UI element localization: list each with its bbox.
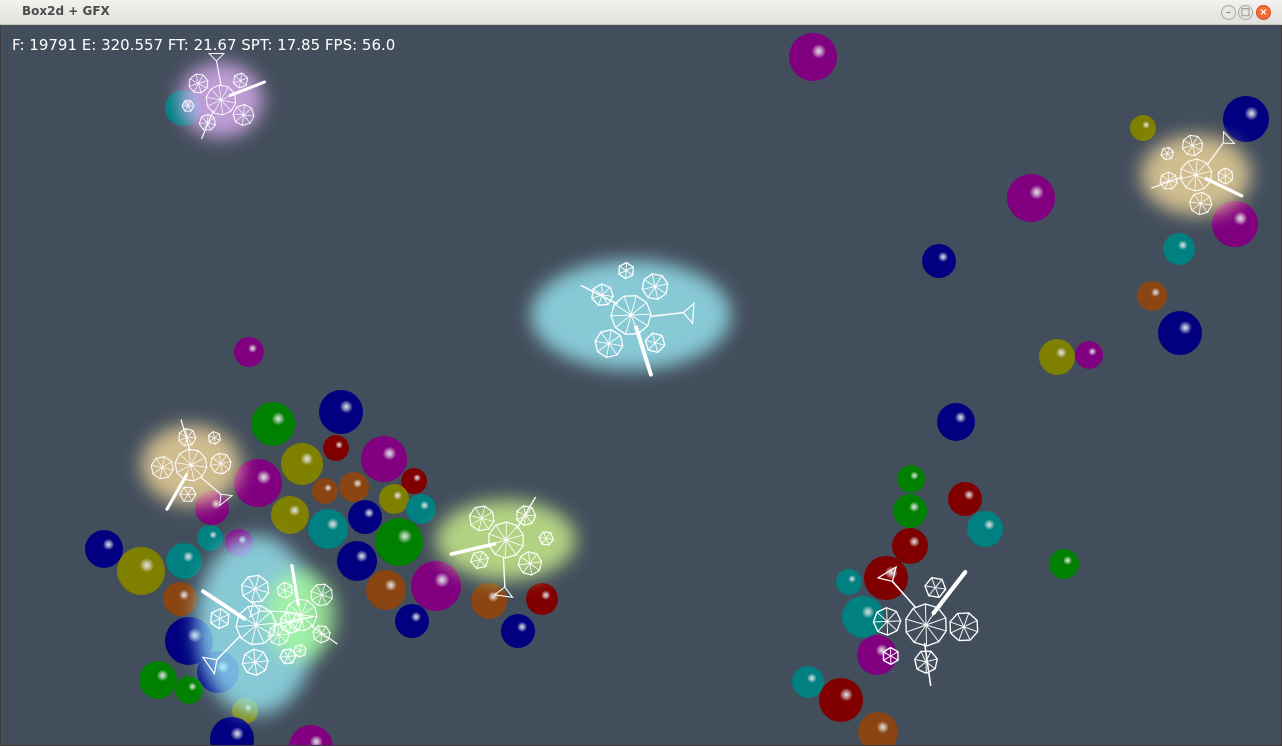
game-viewport[interactable]: F: 19791 E: 320.557 FT: 21.67 SPT: 17.85… — [1, 25, 1281, 745]
physics-ball — [819, 678, 863, 722]
physics-ball — [836, 569, 862, 595]
physics-world-canvas — [85, 33, 1269, 745]
physics-ball — [337, 541, 377, 581]
physics-ball — [323, 435, 349, 461]
physics-ball — [526, 583, 558, 615]
physics-ball — [1137, 281, 1167, 311]
physics-ball — [289, 725, 333, 745]
physics-ball — [893, 494, 927, 528]
physics-ball — [319, 390, 363, 434]
maximize-button[interactable]: □ — [1238, 5, 1253, 20]
physics-ball — [937, 403, 975, 441]
physics-ball — [234, 337, 264, 367]
maximize-icon: □ — [1240, 6, 1251, 18]
physics-ball — [864, 556, 908, 600]
minimize-button[interactable]: – — [1221, 5, 1236, 20]
physics-ball — [471, 583, 507, 619]
physics-ball — [948, 482, 982, 516]
physics-ball — [163, 582, 197, 616]
physics-ball — [308, 509, 348, 549]
minimize-icon: – — [1226, 6, 1231, 18]
physics-ball — [789, 33, 837, 81]
window-titlebar[interactable]: Box2d + GFX – □ × — [0, 0, 1282, 25]
close-button[interactable]: × — [1256, 5, 1271, 20]
physics-ball — [501, 614, 535, 648]
physics-ball — [175, 676, 203, 704]
physics-ball — [1007, 174, 1055, 222]
stats-readout: F: 19791 E: 320.557 FT: 21.67 SPT: 17.85… — [12, 36, 396, 54]
physics-ball — [897, 465, 925, 493]
physics-ball — [1158, 311, 1202, 355]
physics-ball — [858, 712, 898, 745]
physics-ball — [234, 459, 282, 507]
physics-ball — [197, 525, 223, 551]
physics-ball — [379, 484, 409, 514]
physics-ball — [892, 528, 928, 564]
physics-ball — [361, 436, 407, 482]
physics-ball — [922, 244, 956, 278]
physics-ball — [366, 570, 406, 610]
physics-ball — [166, 543, 202, 579]
physics-ball — [348, 500, 382, 534]
physics-ball — [395, 604, 429, 638]
close-icon: × — [1259, 6, 1268, 18]
physics-ball — [792, 666, 824, 698]
physics-ball — [1049, 549, 1079, 579]
physics-ball — [281, 443, 323, 485]
physics-ball — [251, 402, 295, 446]
physics-ball — [139, 661, 177, 699]
physics-ball — [1163, 233, 1195, 265]
physics-ball — [967, 511, 1003, 547]
physics-ball — [312, 478, 338, 504]
physics-ball — [117, 547, 165, 595]
physics-ball — [411, 561, 461, 611]
physics-ball — [1039, 339, 1075, 375]
physics-ball — [339, 472, 369, 502]
physics-ball — [271, 496, 309, 534]
physics-ball — [85, 530, 123, 568]
window-title: Box2d + GFX — [22, 4, 110, 18]
physics-ball — [406, 494, 436, 524]
physics-ball — [1075, 341, 1103, 369]
physics-ball — [375, 518, 423, 566]
physics-ball — [1223, 96, 1269, 142]
physics-ball — [1130, 115, 1156, 141]
ragdoll-layer — [150, 53, 1244, 686]
